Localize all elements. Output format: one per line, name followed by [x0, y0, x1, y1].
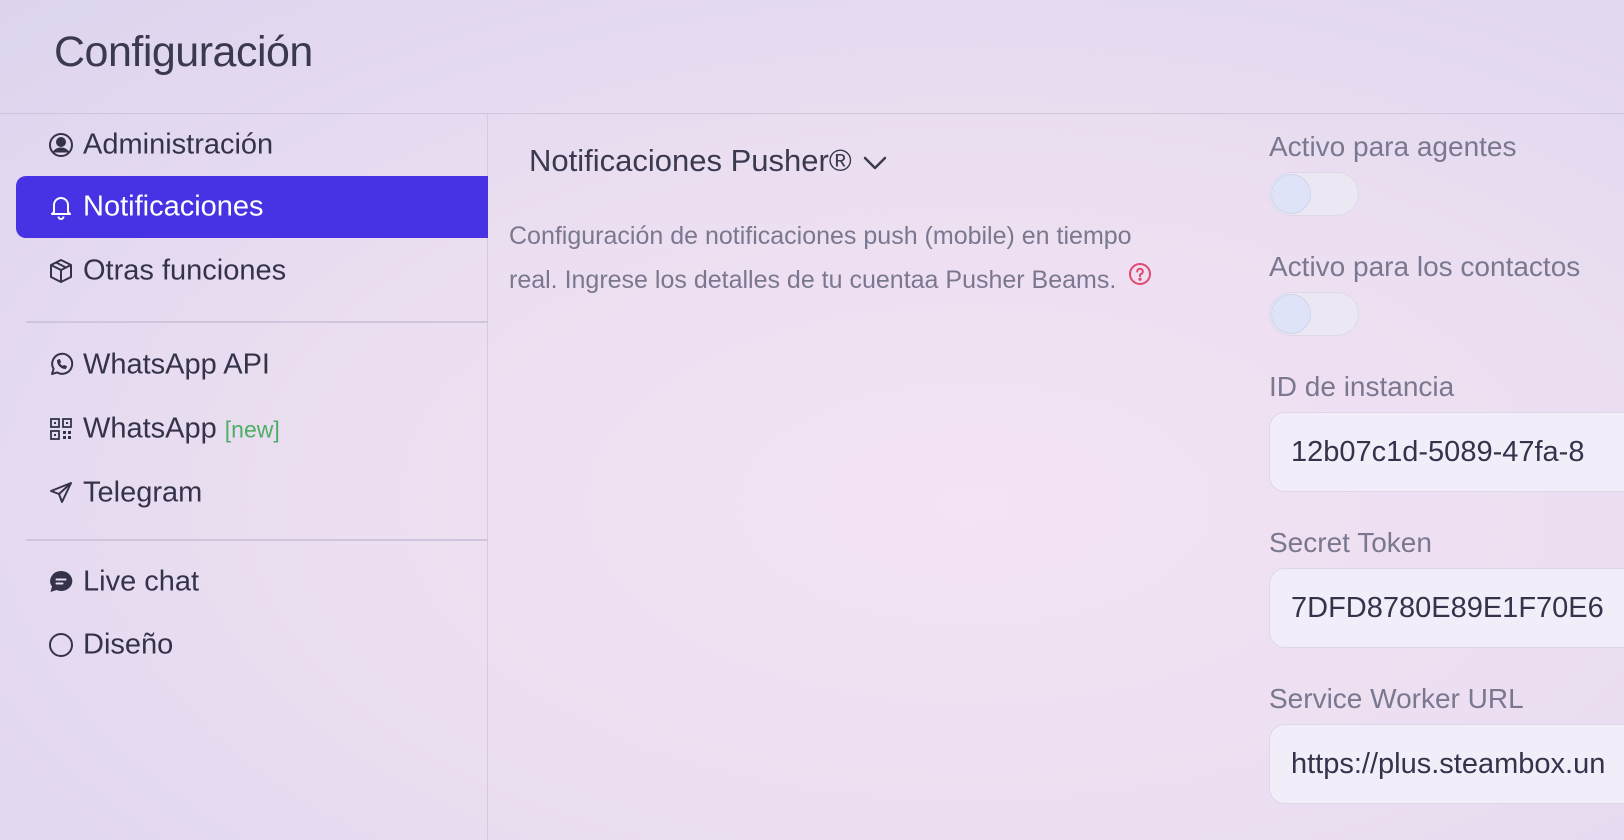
description-text: Configuración de notificaciones push (mo… [509, 222, 1132, 294]
sidebar-item-label: Diseño [83, 628, 174, 661]
sidebar-item-administracion[interactable]: Administración [16, 114, 488, 176]
help-icon[interactable] [1128, 256, 1152, 300]
sidebar-item-label: WhatsApp API [83, 348, 270, 381]
sidebar-item-whatsapp[interactable]: WhatsApp [new] [16, 398, 488, 460]
service-worker-url-label: Service Worker URL [1269, 683, 1524, 714]
sidebar-item-telegram[interactable]: Telegram [16, 462, 488, 524]
instance-id-input[interactable] [1269, 412, 1624, 492]
qr-code-icon [47, 415, 75, 443]
sidebar-item-label: Otras funciones [83, 254, 287, 287]
sidebar-item-label: Administración [83, 128, 274, 161]
send-icon [47, 479, 75, 507]
whatsapp-icon [47, 351, 75, 379]
sidebar-divider [26, 321, 488, 323]
contacts-toggle[interactable] [1269, 292, 1359, 336]
instance-id-label: ID de instancia [1269, 371, 1455, 402]
chevron-down-icon [862, 143, 888, 179]
new-badge: [new] [224, 416, 280, 443]
sidebar-item-otras-funciones[interactable]: Otras funciones [16, 240, 488, 302]
bell-icon [47, 193, 75, 221]
sidebar-item-diseno[interactable]: Diseño [16, 614, 488, 676]
user-circle-icon [47, 131, 75, 159]
contacts-toggle-label: Activo para los contactos [1269, 251, 1581, 282]
sidebar-item-notificaciones[interactable]: Notificaciones [16, 176, 488, 238]
page-title: Configuración [54, 28, 313, 76]
sidebar-item-label: Notificaciones [83, 190, 264, 223]
sidebar-item-label: Telegram [83, 476, 203, 509]
page-header: Configuración [0, 0, 1624, 114]
sidebar-divider [26, 539, 488, 541]
agents-toggle[interactable] [1269, 172, 1359, 216]
agents-toggle-label: Activo para agentes [1269, 131, 1517, 162]
section-title: Notificaciones Pusher® [529, 143, 852, 178]
sidebar-item-live-chat[interactable]: Live chat [16, 551, 488, 613]
service-worker-url-input[interactable] [1269, 724, 1624, 804]
section-description: Configuración de notificaciones push (mo… [509, 214, 1169, 303]
secret-token-input[interactable] [1269, 568, 1624, 648]
cube-icon [47, 257, 75, 285]
sidebar-item-whatsapp-api[interactable]: WhatsApp API [16, 334, 488, 396]
toggle-knob [1271, 174, 1311, 214]
sidebar-item-label: WhatsApp [new] [83, 413, 280, 446]
secret-token-label: Secret Token [1269, 527, 1432, 558]
circle-icon [47, 631, 75, 659]
chat-bubble-icon [47, 568, 75, 596]
settings-sidebar: Administración Notificaciones Otras func… [0, 114, 488, 840]
section-dropdown-toggle[interactable]: Notificaciones Pusher® [529, 143, 888, 179]
sidebar-item-label-text: WhatsApp [83, 412, 217, 445]
toggle-knob [1271, 294, 1311, 334]
sidebar-item-label: Live chat [83, 565, 200, 598]
